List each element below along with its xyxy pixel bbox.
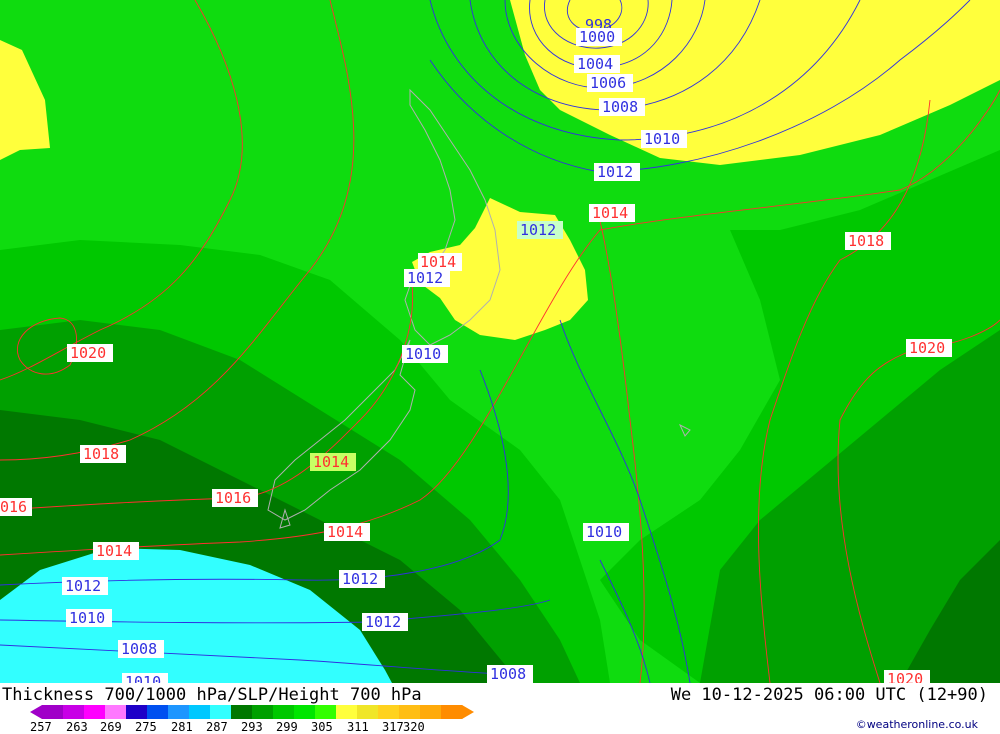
scale-tick-label: 293	[241, 720, 263, 734]
isobar-label: 1014	[592, 204, 628, 222]
scale-arrow-right	[462, 705, 474, 719]
scale-swatch	[105, 705, 127, 719]
isobar-label: 1008	[490, 665, 526, 683]
scale-tick-label: 269	[100, 720, 122, 734]
forecast-datetime: We 10-12-2025 06:00 UTC (12+90)	[670, 685, 988, 705]
isobar-label: 1000	[579, 28, 615, 46]
isobar-label: 1006	[590, 74, 626, 92]
isobar-label: 1018	[848, 232, 884, 250]
isobar-label: 1012	[597, 163, 633, 181]
isobar-label: 1020	[887, 670, 923, 683]
scale-tick-label: 263	[66, 720, 88, 734]
isobar-label: 1010	[125, 673, 161, 683]
scale-swatch	[42, 705, 64, 719]
map-title: Thickness 700/1000 hPa/SLP/Height 700 hP…	[2, 685, 422, 705]
scale-swatch	[420, 705, 442, 719]
scale-swatch	[231, 705, 253, 719]
isobar-label: 1018	[83, 445, 119, 463]
color-scale-ticks: 257 263 269 275 281 287 293 299 305 311 317 320	[30, 720, 500, 734]
scale-swatch	[315, 705, 337, 719]
scale-tick-label: 317	[382, 720, 404, 734]
isobar-label: 1012	[365, 613, 401, 631]
scale-swatch	[168, 705, 190, 719]
isobar-label: 1014	[96, 542, 132, 560]
weather-map: 1014 1014 1014 1014 1014 1016 016 1018 1…	[0, 0, 1000, 683]
scale-arrow-left	[30, 705, 42, 719]
isobar-label: 1014	[327, 523, 363, 541]
isobar-label: 1020	[909, 339, 945, 357]
scale-swatch	[189, 705, 211, 719]
scale-tick-label: 299	[276, 720, 298, 734]
scale-tick-label: 281	[171, 720, 193, 734]
scale-swatch	[357, 705, 379, 719]
isobar-label: 1008	[602, 98, 638, 116]
map-footer: Thickness 700/1000 hPa/SLP/Height 700 hP…	[0, 683, 1000, 734]
scale-swatch	[126, 705, 148, 719]
scale-swatch	[336, 705, 358, 719]
scale-tick-label: 287	[206, 720, 228, 734]
scale-swatch	[378, 705, 400, 719]
isobar-label: 1016	[215, 489, 251, 507]
credit-link[interactable]: ©weatheronline.co.uk	[856, 718, 978, 731]
scale-tick-label: 275	[135, 720, 157, 734]
isobar-label: 1010	[405, 345, 441, 363]
scale-swatch	[399, 705, 421, 719]
isobar-label: 1008	[121, 640, 157, 658]
isobar-label: 1010	[69, 609, 105, 627]
scale-swatch	[210, 705, 232, 719]
isobar-label: 1012	[520, 221, 556, 239]
isobar-label: 1012	[407, 269, 443, 287]
color-scale	[30, 705, 474, 719]
scale-tick-label: 257	[30, 720, 52, 734]
scale-swatch	[252, 705, 274, 719]
scale-swatch	[147, 705, 169, 719]
scale-swatch	[294, 705, 316, 719]
isobar-label: 1012	[65, 577, 101, 595]
scale-swatch	[63, 705, 85, 719]
isobar-label: 1014	[313, 453, 349, 471]
scale-swatch	[273, 705, 295, 719]
scale-swatch	[441, 705, 463, 719]
isobar-label: 1010	[586, 523, 622, 541]
scale-tick-label: 311	[347, 720, 369, 734]
scale-swatch	[84, 705, 106, 719]
isobar-label: 1010	[644, 130, 680, 148]
isobar-label: 1012	[342, 570, 378, 588]
isobar-label: 1020	[70, 344, 106, 362]
scale-tick-label: 320	[403, 720, 425, 734]
isobar-label: 1004	[577, 55, 613, 73]
isobar-label: 016	[0, 498, 27, 516]
scale-tick-label: 305	[311, 720, 333, 734]
